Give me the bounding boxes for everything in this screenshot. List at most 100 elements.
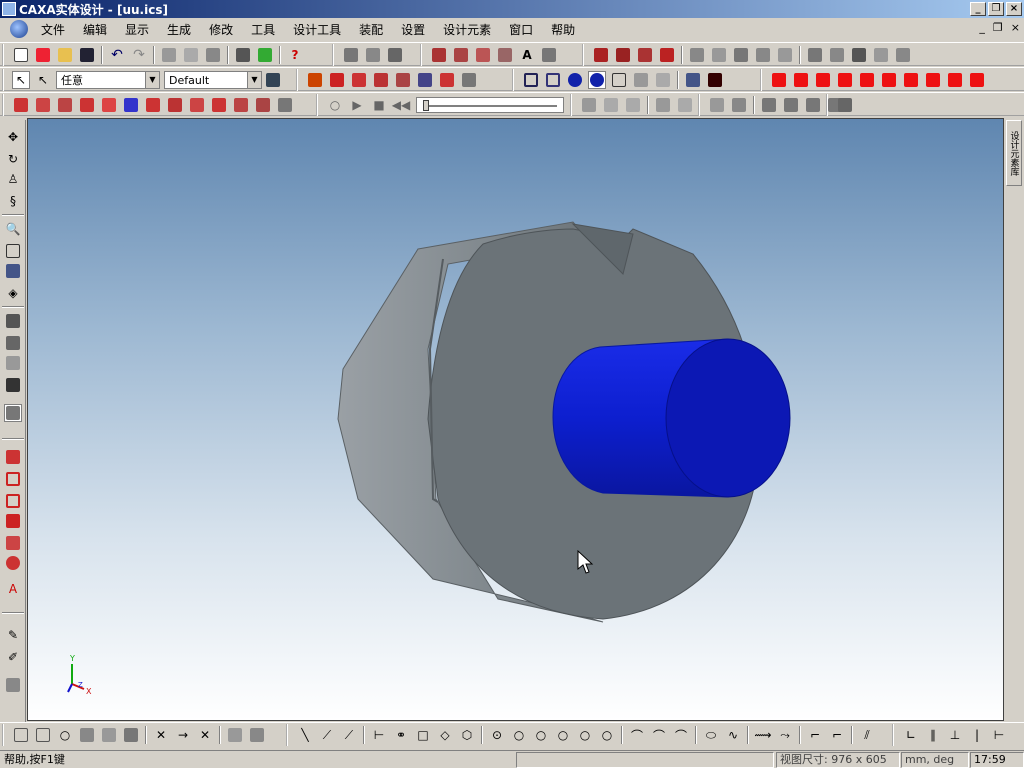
diamond-icon[interactable]: ◇: [436, 726, 454, 744]
menu-design-elements[interactable]: 设计元素: [434, 21, 500, 38]
frame-view-icon[interactable]: [4, 492, 22, 510]
eyedropper-icon[interactable]: ✎: [4, 626, 22, 644]
menu-view[interactable]: 显示: [116, 21, 158, 38]
menu-modify[interactable]: 修改: [200, 21, 242, 38]
circle-3pt-icon[interactable]: ○: [532, 726, 550, 744]
text-style-icon[interactable]: A: [4, 580, 22, 598]
boolean-5-icon[interactable]: [858, 71, 876, 89]
view-back-icon[interactable]: [654, 71, 672, 89]
sim-3-icon[interactable]: [760, 96, 778, 114]
boolean-8-icon[interactable]: [924, 71, 942, 89]
rotate-icon[interactable]: [328, 71, 346, 89]
realistic-shade-icon[interactable]: [588, 71, 606, 89]
sketch-3-icon[interactable]: ○: [56, 726, 74, 744]
text-icon[interactable]: A: [518, 46, 536, 64]
circle-center-icon[interactable]: ⊙: [488, 726, 506, 744]
line-icon[interactable]: ╲: [296, 726, 314, 744]
style-combo[interactable]: Default ▼: [164, 71, 262, 89]
modify-5-icon[interactable]: [688, 46, 706, 64]
modify-9-icon[interactable]: [776, 46, 794, 64]
surface-6-icon[interactable]: [122, 96, 140, 114]
surface-5-icon[interactable]: [100, 96, 118, 114]
sim-5-icon[interactable]: [804, 96, 822, 114]
new-design-icon[interactable]: [34, 46, 52, 64]
help-cursor-icon[interactable]: ?: [286, 46, 304, 64]
surface-7-icon[interactable]: [144, 96, 162, 114]
design-tool-2-icon[interactable]: [364, 46, 382, 64]
orbit-icon[interactable]: ↻: [4, 150, 22, 168]
menu-design-tools[interactable]: 设计工具: [284, 21, 350, 38]
extrude-icon[interactable]: [430, 46, 448, 64]
design-tool-1-icon[interactable]: [342, 46, 360, 64]
sketch-10-icon[interactable]: [226, 726, 244, 744]
anim-edit-3-icon[interactable]: [624, 96, 642, 114]
fit-view-icon[interactable]: ◈: [4, 284, 22, 302]
parallel-icon[interactable]: ∥: [924, 726, 942, 744]
record-icon[interactable]: ○: [326, 96, 344, 114]
sim-2-icon[interactable]: [730, 96, 748, 114]
sketch-5-icon[interactable]: [100, 726, 118, 744]
wireframe-icon[interactable]: [522, 71, 540, 89]
fillet-sketch-icon[interactable]: ⌐: [806, 726, 824, 744]
menu-file[interactable]: 文件: [32, 21, 74, 38]
mirror-icon[interactable]: [372, 71, 390, 89]
shell-icon[interactable]: [636, 46, 654, 64]
sketch-7-icon[interactable]: ✕: [152, 726, 170, 744]
anim-edit-1-icon[interactable]: [580, 96, 598, 114]
pen-icon[interactable]: ✐: [4, 648, 22, 666]
surface-11-icon[interactable]: [232, 96, 250, 114]
shaded-icon[interactable]: [544, 71, 562, 89]
paste-icon[interactable]: [204, 46, 222, 64]
boolean-2-icon[interactable]: [792, 71, 810, 89]
modify-12-icon[interactable]: [850, 46, 868, 64]
array-icon[interactable]: [394, 71, 412, 89]
modify-6-icon[interactable]: [710, 46, 728, 64]
camera-icon[interactable]: [4, 312, 22, 330]
select-arrow-icon[interactable]: ↖: [12, 71, 30, 89]
boolean-3-icon[interactable]: [814, 71, 832, 89]
box-view-icon[interactable]: [4, 470, 22, 488]
circle-tan2-icon[interactable]: ○: [576, 726, 594, 744]
play-icon[interactable]: ▶: [348, 96, 366, 114]
surface-8-icon[interactable]: [166, 96, 184, 114]
find-icon[interactable]: [234, 46, 252, 64]
angle-icon[interactable]: ∟: [902, 726, 920, 744]
minimize-button[interactable]: _: [970, 2, 986, 16]
undo-icon[interactable]: ↶: [108, 46, 126, 64]
open-folder-icon[interactable]: [56, 46, 74, 64]
sim-4-icon[interactable]: [782, 96, 800, 114]
align-icon[interactable]: [350, 71, 368, 89]
end-sketch-icon[interactable]: ⊢: [990, 726, 1008, 744]
circle-2pt-icon[interactable]: ○: [510, 726, 528, 744]
position-icon[interactable]: [438, 71, 456, 89]
boolean-4-icon[interactable]: [836, 71, 854, 89]
hierarchy-icon[interactable]: [264, 71, 282, 89]
view-iso-icon[interactable]: [632, 71, 650, 89]
menu-tools[interactable]: 工具: [242, 21, 284, 38]
sketch-4-icon[interactable]: [78, 726, 96, 744]
circle-tan3-icon[interactable]: ○: [598, 726, 616, 744]
arc-2-icon[interactable]: ⌒: [650, 726, 668, 744]
anim-edit-5-icon[interactable]: [676, 96, 694, 114]
mdi-close-button[interactable]: ×: [1011, 21, 1020, 34]
stop-icon[interactable]: ■: [370, 96, 388, 114]
rewind-icon[interactable]: ◀◀: [392, 96, 410, 114]
selection-filter-combo[interactable]: 任意 ▼: [56, 71, 160, 89]
offset-icon[interactable]: ⟿: [754, 726, 772, 744]
dimension-icon[interactable]: ⊢: [370, 726, 388, 744]
ellipse-icon[interactable]: ⬭: [702, 726, 720, 744]
sketch-9-icon[interactable]: ✕: [196, 726, 214, 744]
spin-icon[interactable]: §: [4, 192, 22, 210]
3d-viewport[interactable]: Y X Z: [27, 118, 1004, 721]
menu-window[interactable]: 窗口: [500, 21, 542, 38]
redo-icon[interactable]: ↷: [130, 46, 148, 64]
mdi-restore-button[interactable]: ❐: [993, 21, 1003, 34]
draft-icon[interactable]: [658, 46, 676, 64]
arc-1-icon[interactable]: ⌒: [628, 726, 646, 744]
surface-1-icon[interactable]: [12, 96, 30, 114]
sketch-2-icon[interactable]: [34, 726, 52, 744]
anim-edit-2-icon[interactable]: [602, 96, 620, 114]
sketch-11-icon[interactable]: [248, 726, 266, 744]
boolean-10-icon[interactable]: [968, 71, 986, 89]
render-icon[interactable]: [256, 46, 274, 64]
